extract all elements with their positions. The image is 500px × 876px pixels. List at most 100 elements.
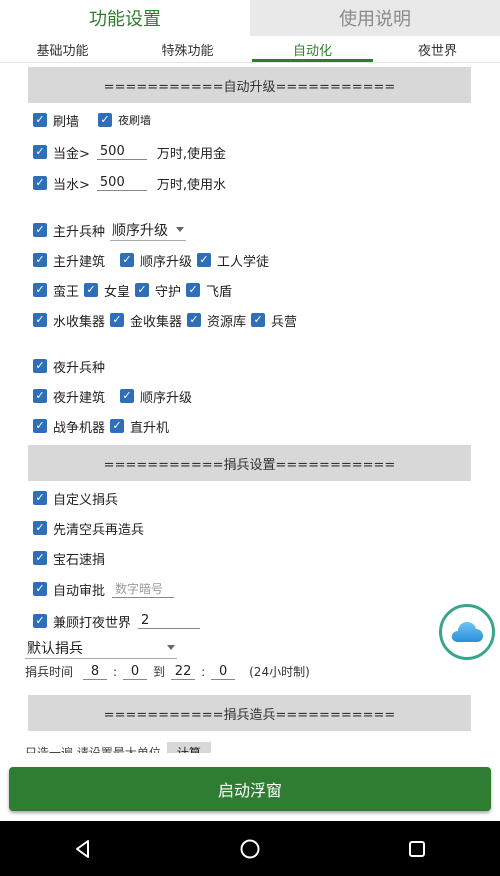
settings-scroll-area[interactable]: ===========自动升级=========== ✓ 刷墙 ✓ 夜刷墙 ✓ 当金>…: [0, 63, 500, 753]
night-world-input[interactable]: 2: [138, 613, 201, 629]
passcode-input[interactable]: 数字暗号: [112, 580, 175, 598]
night-troop-checkbox[interactable]: ✓ 夜升兵种: [33, 357, 105, 376]
start-minute-input[interactable]: 0: [123, 664, 148, 680]
end-minute-input[interactable]: 0: [211, 664, 236, 680]
auto-approve-label: 自动审批: [53, 583, 106, 599]
gold-row: ✓ 当金> 500 万时,使用金: [33, 141, 226, 163]
collector-checkbox-2[interactable]: ✓ 金收集器: [110, 311, 182, 330]
collector-label-4: 兵营: [271, 314, 298, 330]
collector-label-3: 资源库: [207, 314, 247, 330]
checkmark-icon: ✓: [251, 313, 266, 327]
war-machine-checkbox[interactable]: ✓ 战争机器: [33, 417, 105, 436]
partial-row-text: 只造一遍 请设置最大单位: [25, 745, 161, 754]
end-hour-input[interactable]: 22: [171, 664, 196, 680]
tab-night-world[interactable]: 夜世界: [375, 36, 500, 62]
night-world-label: 兼顾打夜世界: [53, 615, 132, 631]
section-header-donate-settings: ===========捐兵设置===========: [28, 445, 471, 481]
elixir-checkbox[interactable]: ✓ 当水>: [33, 174, 90, 193]
checkmark-icon: ✓: [33, 551, 47, 565]
hero-checkbox-2[interactable]: ✓ 女皇: [84, 281, 130, 300]
clear-then-train-row: ✓ 先清空兵再造兵: [33, 517, 149, 539]
checkmark-icon: ✓: [33, 419, 47, 433]
night-world-checkbox[interactable]: ✓ 兼顾打夜世界: [33, 612, 131, 631]
clear-then-train-label: 先清空兵再造兵: [53, 522, 145, 538]
gold-checkbox[interactable]: ✓ 当金>: [33, 143, 90, 162]
night-world-row: ✓ 兼顾打夜世界 2: [33, 610, 201, 632]
tab-basic-functions[interactable]: 基础功能: [0, 36, 125, 62]
top-tab-bar: 功能设置 使用说明: [0, 0, 500, 36]
default-donate-row: 默认捐兵: [25, 637, 177, 659]
checkmark-icon: ✓: [110, 419, 125, 433]
hero-checkbox-4[interactable]: ✓ 飞盾: [186, 281, 232, 300]
hero-label-3: 守护: [155, 284, 182, 300]
tab-special-functions[interactable]: 特殊功能: [125, 36, 250, 62]
gold-threshold-input[interactable]: 500: [96, 144, 147, 160]
night-building-label: 夜升建筑: [53, 390, 106, 406]
collector-checkbox-3[interactable]: ✓ 资源库: [187, 311, 246, 330]
night-wall-checkbox[interactable]: ✓ 夜刷墙: [98, 112, 151, 128]
sub-tab-bar: 基础功能 特殊功能 自动化 夜世界: [0, 36, 500, 63]
night-order-checkbox[interactable]: ✓ 顺序升级: [120, 387, 192, 406]
checkmark-icon: ✓: [33, 313, 47, 327]
building-order-label: 顺序升级: [140, 254, 193, 270]
hero-checkbox-1[interactable]: ✓ 蛮王: [33, 281, 79, 300]
calculate-button[interactable]: 计算: [166, 741, 211, 753]
gold-prefix-label: 当金>: [53, 146, 90, 162]
checkmark-icon: ✓: [33, 176, 47, 190]
checkmark-icon: ✓: [33, 521, 47, 535]
elixir-threshold-input[interactable]: 500: [96, 175, 147, 191]
checkmark-icon: ✓: [33, 614, 47, 628]
home-icon[interactable]: [230, 829, 270, 869]
elixir-row: ✓ 当水> 500 万时,使用水: [33, 172, 226, 194]
night-building-row: ✓ 夜升建筑 ✓ 顺序升级: [33, 385, 197, 407]
recents-icon[interactable]: [397, 829, 437, 869]
elixir-suffix-label: 万时,使用水: [156, 177, 227, 193]
clear-then-train-checkbox[interactable]: ✓ 先清空兵再造兵: [33, 519, 144, 538]
hero-label-2: 女皇: [104, 284, 131, 300]
hero-label-1: 蛮王: [53, 284, 80, 300]
checkmark-icon: ✓: [98, 113, 113, 127]
gold-suffix-label: 万时,使用金: [156, 146, 227, 162]
troop-order-select[interactable]: 顺序升级: [110, 220, 187, 241]
floating-cloud-button[interactable]: [439, 604, 495, 660]
checkmark-icon: ✓: [33, 491, 47, 505]
start-hour-input[interactable]: 8: [83, 664, 108, 680]
war-machine-row: ✓ 战争机器 ✓ 直升机: [33, 415, 174, 437]
collector-checkbox-1[interactable]: ✓ 水收集器: [33, 311, 105, 330]
elixir-prefix-label: 当水>: [53, 177, 90, 193]
builder-apprentice-checkbox[interactable]: ✓ 工人学徒: [197, 251, 269, 270]
custom-donate-label: 自定义捐兵: [53, 492, 119, 508]
tab-usage-instructions[interactable]: 使用说明: [250, 0, 500, 36]
helicopter-checkbox[interactable]: ✓ 直升机: [110, 417, 169, 436]
default-donate-value: 默认捐兵: [27, 640, 83, 657]
checkmark-icon: ✓: [84, 283, 99, 297]
collector-label-2: 金收集器: [130, 314, 183, 330]
checkmark-icon: ✓: [33, 582, 47, 596]
auto-approve-checkbox[interactable]: ✓ 自动审批: [33, 580, 105, 599]
main-building-checkbox[interactable]: ✓ 主升建筑: [33, 251, 105, 270]
donate-time-label: 捐兵时间: [25, 665, 74, 679]
tab-automation[interactable]: 自动化: [250, 36, 375, 62]
back-icon[interactable]: [63, 829, 103, 869]
hero-checkbox-3[interactable]: ✓ 守护: [135, 281, 181, 300]
collector-checkbox-4[interactable]: ✓ 兵营: [251, 311, 297, 330]
time-hint: (24小时制): [249, 665, 310, 679]
building-order-checkbox[interactable]: ✓ 顺序升级: [120, 251, 192, 270]
heroes-row: ✓ 蛮王 ✓ 女皇 ✓ 守护 ✓ 飞盾: [33, 279, 237, 301]
wall-checkbox[interactable]: ✓ 刷墙: [33, 111, 79, 130]
start-floating-window-button[interactable]: 启动浮窗: [9, 767, 491, 811]
section-header-auto-upgrade: ===========自动升级===========: [28, 67, 471, 103]
tab-function-settings[interactable]: 功能设置: [0, 0, 250, 36]
custom-donate-checkbox[interactable]: ✓ 自定义捐兵: [33, 489, 118, 508]
main-building-row: ✓ 主升建筑 ✓ 顺序升级 ✓ 工人学徒: [33, 249, 274, 271]
gem-donate-checkbox[interactable]: ✓ 宝石速捐: [33, 549, 105, 568]
checkmark-icon: ✓: [120, 389, 135, 403]
checkmark-icon: ✓: [33, 253, 47, 267]
donate-time-row: 捐兵时间 8 : 0 到 22 : 0 (24小时制): [25, 663, 310, 680]
night-building-checkbox[interactable]: ✓ 夜升建筑: [33, 387, 105, 406]
default-donate-select[interactable]: 默认捐兵: [25, 638, 177, 659]
night-order-label: 顺序升级: [140, 390, 193, 406]
main-troop-row: ✓ 主升兵种 顺序升级: [33, 219, 187, 241]
main-troop-checkbox[interactable]: ✓ 主升兵种: [33, 221, 105, 240]
auto-approve-row: ✓ 自动审批 数字暗号: [33, 578, 175, 600]
